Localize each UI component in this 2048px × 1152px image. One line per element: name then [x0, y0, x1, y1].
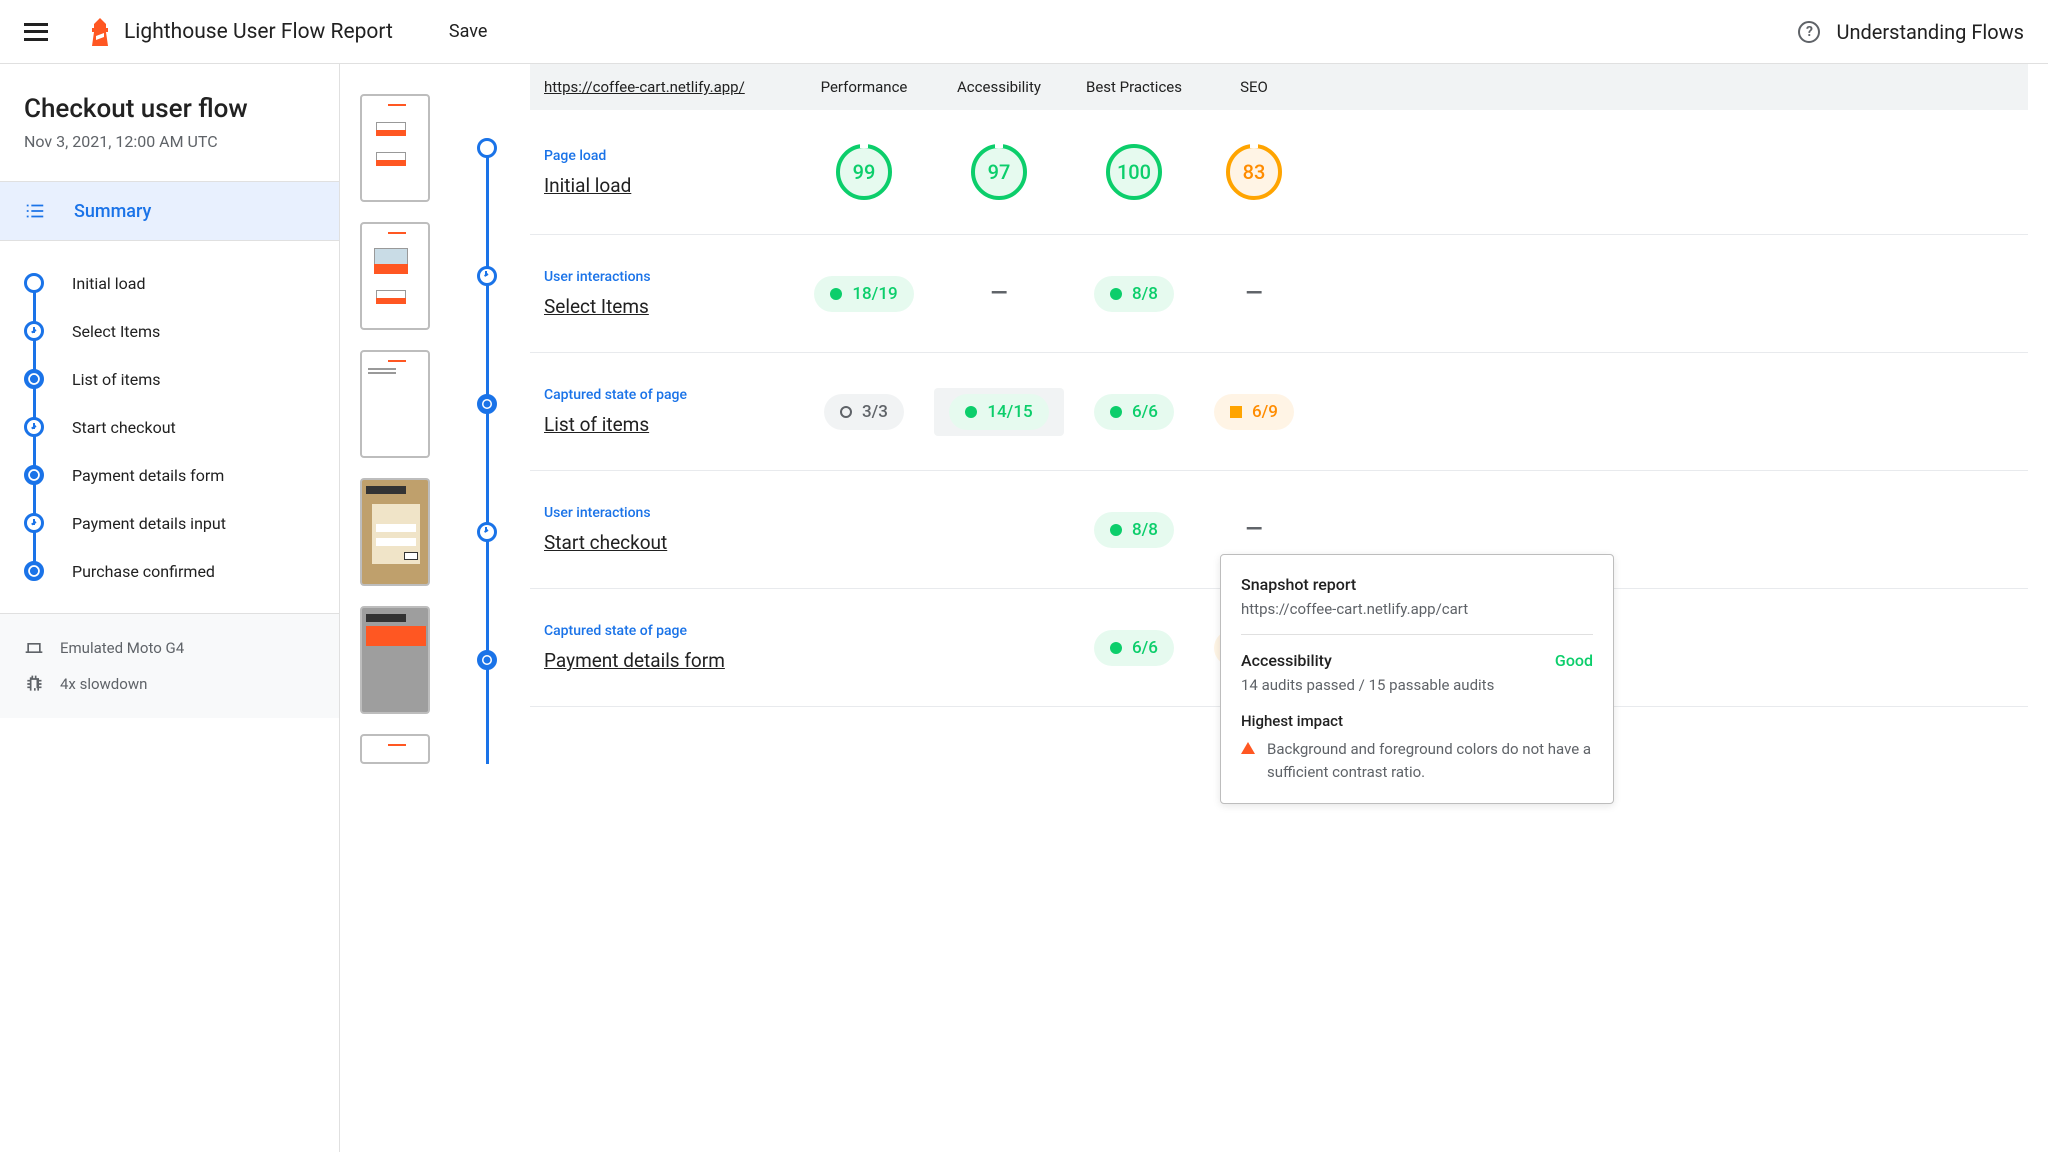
report-url[interactable]: https://coffee-cart.netlify.app/: [544, 78, 794, 96]
badge-best-practices: 8/8: [1094, 512, 1174, 548]
tooltip-url: https://coffee-cart.netlify.app/cart: [1241, 600, 1593, 635]
badge-best-practices: 6/6: [1094, 394, 1174, 430]
device-row: Emulated Moto G4: [24, 630, 315, 666]
tooltip-category: Accessibility: [1241, 651, 1332, 670]
sidebar: Checkout user flow Nov 3, 2021, 12:00 AM…: [0, 64, 340, 1152]
tooltip-title: Snapshot report: [1241, 575, 1593, 594]
gauge-seo: 83: [1226, 144, 1282, 200]
thumb-start-checkout[interactable]: [360, 478, 490, 586]
flow-title: Checkout user flow: [0, 94, 339, 132]
devices-icon: [24, 638, 44, 658]
col-performance: Performance: [794, 78, 934, 96]
col-accessibility: Accessibility: [934, 78, 1064, 96]
report-row-select-items[interactable]: User interactions Select Items 18/19 — 8…: [530, 235, 2028, 353]
report-header: https://coffee-cart.netlify.app/ Perform…: [530, 64, 2028, 110]
dash: —: [1246, 281, 1263, 306]
sidebar-step-list-of-items[interactable]: List of items: [24, 355, 339, 403]
badge-accessibility: 14/15: [949, 394, 1048, 430]
row-type-label: Page load: [544, 148, 794, 164]
badge-best-practices: 8/8: [1094, 276, 1174, 312]
badge-performance: 3/3: [824, 394, 904, 430]
gauge-accessibility: 97: [971, 144, 1027, 200]
tooltip-rating: Good: [1555, 651, 1593, 670]
list-icon: [24, 200, 46, 222]
content: https://coffee-cart.netlify.app/ Perform…: [340, 64, 2048, 1152]
row-type-label: Captured state of page: [544, 623, 794, 639]
thumb-payment-form[interactable]: [360, 606, 490, 714]
tooltip-snapshot-report: Snapshot report https://coffee-cart.netl…: [1220, 554, 1614, 804]
dash: —: [1246, 517, 1263, 542]
lighthouse-logo-icon: [88, 18, 112, 46]
badge-performance: 18/19: [814, 276, 913, 312]
row-name: Start checkout: [544, 531, 794, 554]
topbar: Lighthouse User Flow Report Save ? Under…: [0, 0, 2048, 64]
menu-icon[interactable]: [24, 23, 48, 41]
marker-navigation-icon: [477, 138, 497, 158]
warning-triangle-icon: [1241, 742, 1255, 754]
tooltip-impact-title: Highest impact: [1241, 712, 1593, 730]
row-name: List of items: [544, 413, 794, 436]
gauge-best-practices: 100: [1106, 144, 1162, 200]
app-title: Lighthouse User Flow Report: [124, 20, 393, 44]
summary-label: Summary: [74, 201, 151, 222]
sidebar-step-start-checkout[interactable]: Start checkout: [24, 403, 339, 451]
sidebar-step-initial-load[interactable]: Initial load: [24, 259, 339, 307]
thumb-initial-load[interactable]: [360, 94, 490, 202]
thumbnail-strip: [340, 64, 510, 1152]
col-seo: SEO: [1204, 78, 1304, 96]
thumb-payment-input[interactable]: [360, 734, 490, 764]
step-list: Initial load Select Items List of items …: [0, 241, 339, 613]
sidebar-step-purchase-confirmed[interactable]: Purchase confirmed: [24, 547, 339, 595]
sidebar-step-select-items[interactable]: Select Items: [24, 307, 339, 355]
thumb-list-of-items[interactable]: [360, 350, 490, 458]
tooltip-audits: 14 audits passed / 15 passable audits: [1241, 676, 1593, 694]
marker-snapshot-icon: [477, 394, 497, 414]
dash: —: [991, 281, 1008, 306]
main: Checkout user flow Nov 3, 2021, 12:00 AM…: [0, 64, 2048, 1152]
marker-timespan-icon: [477, 522, 497, 542]
throttle-row: 4x slowdown: [24, 666, 315, 702]
row-type-label: User interactions: [544, 505, 794, 521]
report-table: https://coffee-cart.netlify.app/ Perform…: [510, 64, 2048, 1152]
row-name: Payment details form: [544, 649, 794, 672]
thumb-select-items[interactable]: [360, 222, 490, 330]
row-name: Select Items: [544, 295, 794, 318]
row-name: Initial load: [544, 174, 794, 197]
badge-best-practices: 6/6: [1094, 630, 1174, 666]
tooltip-impact-text: Background and foreground colors do not …: [1267, 738, 1593, 783]
cpu-icon: [24, 674, 44, 694]
sidebar-summary[interactable]: Summary: [0, 181, 339, 241]
save-button[interactable]: Save: [449, 21, 488, 42]
col-best-practices: Best Practices: [1064, 78, 1204, 96]
report-row-list-of-items[interactable]: Captured state of page List of items 3/3…: [530, 353, 2028, 471]
help-icon[interactable]: ?: [1798, 21, 1820, 43]
device-info: Emulated Moto G4 4x slowdown: [0, 613, 339, 718]
row-type-label: User interactions: [544, 269, 794, 285]
sidebar-step-payment-input[interactable]: Payment details input: [24, 499, 339, 547]
report-row-initial-load[interactable]: Page load Initial load 99 97 100 83: [530, 110, 2028, 235]
badge-seo: 6/9: [1214, 394, 1294, 430]
row-type-label: Captured state of page: [544, 387, 794, 403]
marker-timespan-icon: [477, 266, 497, 286]
understanding-flows-link[interactable]: Understanding Flows: [1836, 20, 2024, 44]
marker-snapshot-icon: [477, 650, 497, 670]
gauge-performance: 99: [836, 144, 892, 200]
flow-date: Nov 3, 2021, 12:00 AM UTC: [0, 132, 339, 181]
sidebar-step-payment-form[interactable]: Payment details form: [24, 451, 339, 499]
